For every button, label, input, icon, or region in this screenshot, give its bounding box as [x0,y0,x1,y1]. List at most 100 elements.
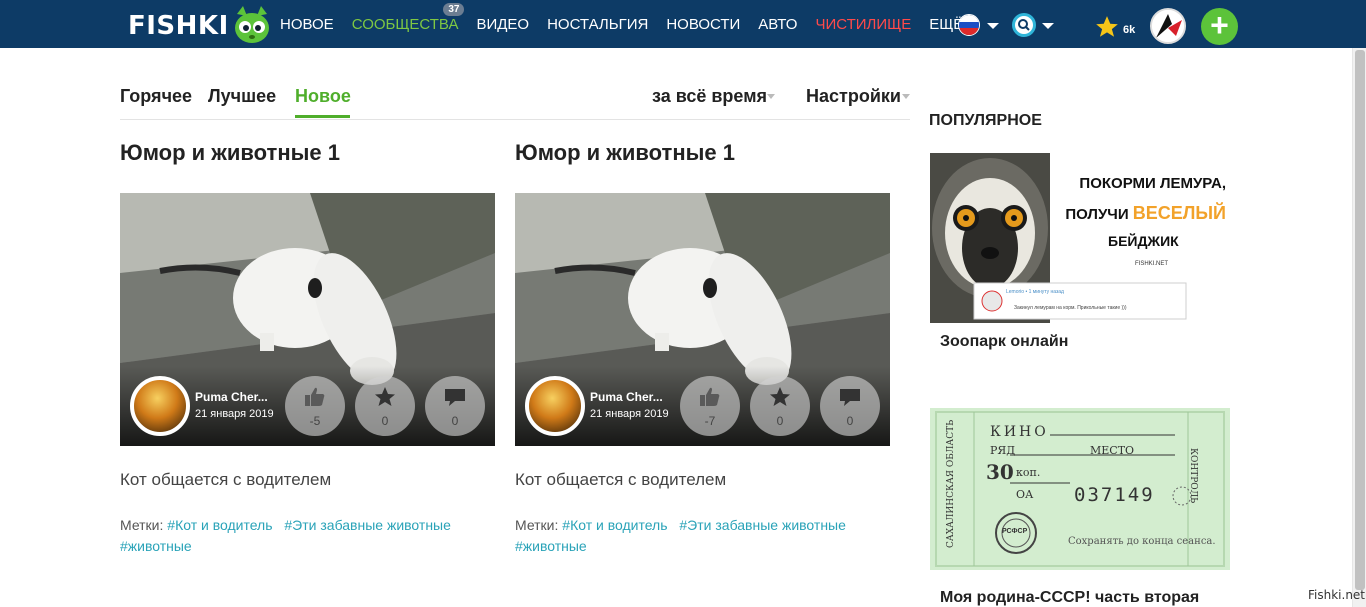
author-avatar[interactable] [525,376,585,436]
post-title[interactable]: Юмор и животные 1 [120,140,496,176]
star-icon [375,387,395,406]
comments-button[interactable]: 0 [425,376,485,436]
chevron-down-icon[interactable] [767,94,775,99]
main-nav: НОВОЕ СООБЩЕСТВА 37 ВИДЕО НОСТАЛЬГИЯ НОВ… [280,0,981,48]
site-logo[interactable]: FISHKI [128,6,273,46]
logo-cat-icon [231,6,273,46]
post-image[interactable]: Puma Cher... 21 января 2019 -7 0 0 [515,193,890,446]
ticket-price-unit: коп. [1016,466,1041,479]
thumbs-up-icon [700,387,720,406]
post-description: Кот общается с водителем [120,470,332,489]
active-tab-indicator [295,115,350,118]
ticket-price-text: 30 [986,460,1014,484]
post-date: 21 января 2019 [590,408,669,420]
banner-text: БЕЙДЖИК [1108,233,1179,249]
banner-text-part: ПОЛУЧИ [1065,206,1129,223]
ticket-stamp-text: РСФСР [1002,528,1028,535]
comment-icon [840,389,860,406]
tab-new[interactable]: Новое [295,86,351,107]
post-date: 21 января 2019 [195,408,274,420]
feed-tabs: Горячее Лучшее Новое за всё время Настро… [120,78,910,120]
favorite-button[interactable]: 0 [750,376,810,436]
banner-brand: FISHKI.NET [1135,261,1169,267]
author-name[interactable]: Puma Cher... [195,390,268,404]
thumbs-up-icon [305,387,325,406]
comment-count: 0 [451,414,459,428]
nav-item-news[interactable]: НОВОСТИ [666,16,740,33]
ticket-number: 037149 [1074,484,1155,506]
tag-link[interactable]: #Эти забавные животные [679,517,846,533]
ticket-keep-text: Сохранять до конца сеанса. [1068,536,1216,547]
nav-item-auto[interactable]: АВТО [758,16,797,33]
banner-highlight-text: ВЕСЕЛЫЙ [1132,203,1226,223]
banner-card-text: Lemorio • 1 минуту назад [1006,289,1064,295]
post-tags: Метки: #Кот и водитель #Эти забавные жив… [515,515,891,557]
nav-item-nostalgia[interactable]: НОСТАЛЬГИЯ [547,16,648,33]
star-icon[interactable] [1094,14,1120,45]
tab-best[interactable]: Лучшее [208,86,276,107]
chevron-down-icon[interactable] [902,94,910,99]
tags-label: Метки: [120,517,164,533]
watermark: Fishki.net [1308,588,1366,602]
author-name[interactable]: Puma Cher... [590,390,663,404]
tag-link[interactable]: #Кот и водитель [562,517,667,533]
search-icon[interactable] [1012,13,1036,37]
star-count: 6k [1123,24,1136,36]
tab-hot[interactable]: Горячее [120,86,192,107]
banner-text: ПОКОРМИ ЛЕМУРА, [1079,175,1226,192]
post-card: Юмор и животные 1 Puma Cher... 21 января… [120,140,496,554]
star-icon [770,387,790,406]
author-avatar[interactable] [130,376,190,436]
banner-text: ПОЛУЧИ ВЕСЕЛЫЙ [1065,203,1226,224]
nav-item-new[interactable]: НОВОЕ [280,16,334,33]
ticket-row-text: РЯД [990,444,1016,457]
vertical-scrollbar[interactable] [1352,48,1366,607]
post-image[interactable]: Puma Cher... 21 января 2019 -5 0 0 [120,193,495,446]
comments-button[interactable]: 0 [820,376,880,436]
popular-item-caption[interactable]: Моя родина-СССР! часть вторая [940,589,1199,607]
popular-item-image[interactable]: КИНО РЯД МЕСТО 30 коп. ОА 037149 САХАЛИН… [930,408,1230,570]
scrollbar-thumb[interactable] [1355,50,1365,590]
favorite-count: 0 [776,414,784,428]
tag-link[interactable]: #Кот и водитель [167,517,272,533]
like-button[interactable]: -7 [680,376,740,436]
settings-dropdown[interactable]: Настройки [806,86,901,107]
tag-link[interactable]: #животные [120,538,192,554]
logo-text: FISHKI [128,11,229,41]
banner-card-text: Закинул лемурам на корм. Прикольные таки… [1014,305,1127,311]
tags-label: Метки: [515,517,559,533]
post-card: Юмор и животные 1 Puma Cher... 21 января… [515,140,891,554]
nav-item-communities-label: СООБЩЕСТВА [351,15,459,33]
nav-item-purgatory[interactable]: ЧИСТИЛИЩЕ [815,16,911,33]
like-button[interactable]: -5 [285,376,345,436]
post-title[interactable]: Юмор и животные 1 [515,140,891,176]
like-count: -7 [704,414,716,428]
like-count: -5 [309,414,321,428]
ticket-cinema-text: КИНО [990,424,1049,440]
tag-link[interactable]: #животные [515,538,587,554]
chevron-down-icon[interactable] [987,23,999,29]
post-tags: Метки: #Кот и водитель #Эти забавные жив… [120,515,496,557]
ticket-region-text: САХАЛИНСКАЯ ОБЛАСТЬ [946,419,956,548]
communities-count-badge: 37 [443,2,465,16]
comment-icon [445,389,465,406]
chevron-down-icon[interactable] [1042,23,1054,29]
ticket-series-text: ОА [1016,488,1034,501]
favorite-count: 0 [381,414,389,428]
post-description: Кот общается с водителем [515,470,727,489]
favorite-button[interactable]: 0 [355,376,415,436]
ticket-control-text: КОНТРОЛЬ [1188,448,1198,504]
add-post-button[interactable]: + [1201,8,1238,45]
top-navigation-bar: FISHKI НОВОЕ СООБЩЕСТВА 37 ВИДЕО НОСТАЛЬ… [0,0,1366,48]
popular-heading: ПОПУЛЯРНОЕ [929,112,1042,129]
nav-item-communities[interactable]: СООБЩЕСТВА 37 [351,2,465,33]
ticket-seat-text: МЕСТО [1090,444,1135,457]
comment-count: 0 [846,414,854,428]
tag-link[interactable]: #Эти забавные животные [284,517,451,533]
period-dropdown[interactable]: за всё время [652,86,767,107]
user-avatar[interactable] [1150,8,1186,44]
popular-item-image[interactable]: ПОКОРМИ ЛЕМУРА, ПОЛУЧИ ВЕСЕЛЫЙ БЕЙДЖИК F… [930,153,1230,323]
language-flag-icon[interactable] [958,14,980,36]
popular-item-caption[interactable]: Зоопарк онлайн [940,333,1068,351]
nav-item-video[interactable]: ВИДЕО [476,16,529,33]
